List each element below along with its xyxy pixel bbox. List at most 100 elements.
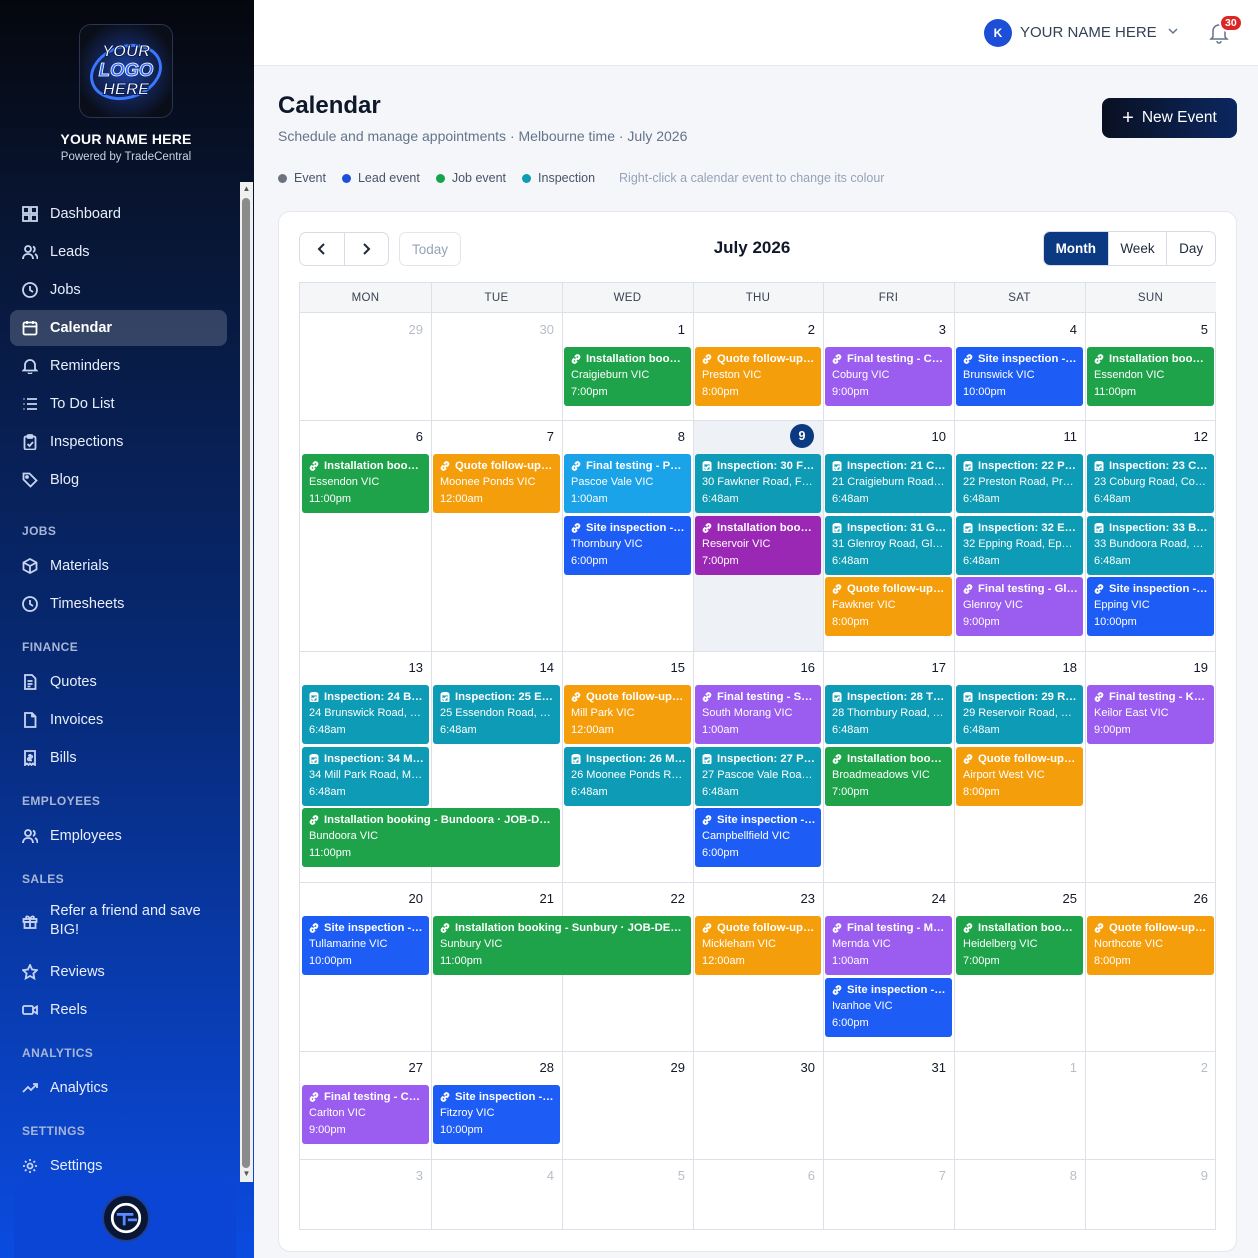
calendar-event[interactable]: Inspection: 31 Glenroy Road 31 Glenroy Ro… (825, 515, 952, 575)
day-number[interactable]: 15 (645, 660, 685, 675)
calendar-event[interactable]: Site inspection - Tullamarine Tullamarine… (302, 916, 429, 975)
calendar-event[interactable]: Installation booking - Craigieburn Craigi… (564, 347, 691, 406)
sidebar-item-leads[interactable]: Leads (10, 234, 227, 270)
day-number[interactable]: 23 (775, 891, 815, 906)
day-number[interactable]: 8 (645, 429, 685, 444)
day-number[interactable]: 2 (1168, 1060, 1208, 1075)
day-number[interactable]: 1 (1037, 1060, 1077, 1075)
day-number[interactable]: 8 (1037, 1168, 1077, 1183)
day-number[interactable]: 19 (1168, 660, 1208, 675)
day-number[interactable]: 7 (514, 429, 554, 444)
day-number[interactable]: 4 (1037, 322, 1077, 337)
day-number[interactable]: 3 (383, 1168, 423, 1183)
user-avatar[interactable]: K (984, 19, 1012, 47)
calendar-event[interactable]: Final testing - Glenroy Glenroy VIC 9:00pm (956, 577, 1083, 636)
calendar-event[interactable]: Inspection: 22 Preston Road 22 Preston Ro… (956, 454, 1083, 513)
day-number[interactable]: 2 (775, 322, 815, 337)
sidebar-item-materials[interactable]: Materials (10, 548, 227, 584)
day-number[interactable]: 28 (514, 1060, 554, 1075)
calendar-event[interactable]: Final testing - Pascoe Vale Pascoe Vale V… (564, 454, 691, 513)
calendar-event[interactable]: Inspection: 23 Coburg Road 23 Coburg Road… (1087, 454, 1214, 513)
day-number[interactable]: 5 (645, 1168, 685, 1183)
brand-logo[interactable]: YOUR LOGO HERE (79, 24, 173, 118)
day-number[interactable]: 6 (383, 429, 423, 444)
day-number[interactable]: 14 (514, 660, 554, 675)
day-number[interactable]: 29 (645, 1060, 685, 1075)
day-number[interactable]: 10 (906, 429, 946, 444)
calendar-event[interactable]: Site inspection - Thornbury Thornbury VIC… (564, 515, 691, 575)
new-event-button[interactable]: + New Event (1102, 98, 1237, 138)
previous-month-button[interactable] (300, 233, 344, 265)
next-month-button[interactable] (343, 233, 389, 265)
sidebar-item-settings[interactable]: Settings (10, 1148, 227, 1182)
calendar-event[interactable]: Final testing - Carlton Carlton VIC 9:00pm (302, 1085, 429, 1144)
calendar-event[interactable]: Site inspection - Fitzroy Fitzroy VIC 10:0… (433, 1085, 560, 1144)
calendar-event[interactable]: Inspection: 26 Moonee Ponds Road 26 Moone… (564, 746, 691, 806)
tradecentral-logo-icon[interactable] (102, 1194, 150, 1242)
calendar-event[interactable]: Installation booking - Heidelberg Heidelb… (956, 916, 1083, 975)
sidebar-item-reminders[interactable]: Reminders (10, 348, 227, 384)
calendar-event[interactable]: Installation booking - Broadmeadows Broad… (825, 746, 952, 806)
calendar-event[interactable]: Inspection: 29 Reservoir Road 29 Reservoi… (956, 685, 1083, 744)
day-number[interactable]: 18 (1037, 660, 1077, 675)
scroll-up-arrow-icon[interactable]: ▲ (242, 184, 251, 194)
calendar-event[interactable]: Installation booking - Sunbury · JOB-DEM… (433, 916, 691, 975)
view-week-button[interactable]: Week (1107, 232, 1167, 265)
day-number[interactable]: 12 (1168, 429, 1208, 444)
calendar-event[interactable]: Final testing - Coburg Coburg VIC 9:00pm (825, 347, 952, 406)
calendar-event[interactable]: Quote follow-up - Airport West Airport We… (956, 746, 1083, 806)
calendar-event[interactable]: Final testing - Mernda Mernda VIC 1:00am (825, 916, 952, 975)
day-number[interactable]: 30 (775, 1060, 815, 1075)
chevron-down-icon[interactable] (1168, 26, 1178, 36)
calendar-event[interactable]: Inspection: 32 Epping Road 32 Epping Road… (956, 515, 1083, 575)
day-number[interactable]: 30 (514, 322, 554, 337)
calendar-event[interactable]: Site inspection - Campbellfield Campbellf… (695, 808, 821, 867)
calendar-event[interactable]: Inspection: 30 Fawkner Road 30 Fawkner Ro… (695, 454, 821, 513)
calendar-event[interactable]: Site inspection - Epping Epping VIC 10:00p… (1087, 577, 1214, 636)
calendar-event[interactable]: Quote follow-up - Northcote Northcote VIC… (1087, 916, 1214, 975)
sidebar-item-reels[interactable]: Reels (10, 992, 227, 1028)
day-number[interactable]: 9 (1168, 1168, 1208, 1183)
day-number[interactable]: 29 (383, 322, 423, 337)
calendar-event[interactable]: Inspection: 24 Brunswick Road 24 Brunswic… (302, 685, 429, 744)
view-day-button[interactable]: Day (1166, 232, 1215, 265)
view-month-button[interactable]: Month (1044, 232, 1108, 265)
calendar-event[interactable]: Inspection: 33 Bundoora Road 33 Bundoora … (1087, 515, 1214, 575)
calendar-event[interactable]: Site inspection - Ivanhoe Ivanhoe VIC 6:00… (825, 977, 952, 1037)
day-number[interactable]: 1 (645, 322, 685, 337)
day-number[interactable]: 26 (1168, 891, 1208, 906)
sidebar-item-dashboard[interactable]: Dashboard (10, 196, 227, 232)
calendar-event[interactable]: Inspection: 25 Essendon Road 25 Essendon … (433, 685, 560, 744)
sidebar-item-refer-a-friend-and-save-big[interactable]: Refer a friend and save BIG! (10, 896, 227, 946)
sidebar-item-to-do-list[interactable]: To Do List (10, 386, 227, 422)
sidebar-item-bills[interactable]: Bills (10, 740, 227, 776)
sidebar-item-timesheets[interactable]: Timesheets (10, 586, 227, 622)
day-number[interactable]: 16 (775, 660, 815, 675)
day-number[interactable]: 31 (906, 1060, 946, 1075)
day-number[interactable]: 13 (383, 660, 423, 675)
calendar-event[interactable]: Quote follow-up - Preston Preston VIC 8:00… (695, 347, 821, 406)
day-number[interactable]: 5 (1168, 322, 1208, 337)
calendar-event[interactable]: Inspection: 27 Pascoe Vale Road 27 Pascoe… (695, 746, 821, 806)
today-button[interactable]: Today (399, 232, 461, 266)
day-number[interactable]: 25 (1037, 891, 1077, 906)
day-number[interactable]: 20 (383, 891, 423, 906)
day-number[interactable]: 17 (906, 660, 946, 675)
day-number[interactable]: 4 (514, 1168, 554, 1183)
day-number[interactable]: 7 (906, 1168, 946, 1183)
day-number[interactable]: 24 (906, 891, 946, 906)
sidebar-item-reviews[interactable]: Reviews (10, 954, 227, 990)
sidebar-scrollbar[interactable]: ▲ ▼ (240, 182, 253, 1182)
sidebar-item-blog[interactable]: Blog (10, 462, 227, 498)
sidebar-item-quotes[interactable]: Quotes (10, 664, 227, 700)
day-number[interactable]: 6 (775, 1168, 815, 1183)
day-number[interactable]: 22 (645, 891, 685, 906)
calendar-event[interactable]: Quote follow-up - Moonee Ponds Moonee Pon… (433, 454, 560, 513)
calendar-event[interactable]: Inspection: 34 Mill Park Road 34 Mill Par… (302, 746, 429, 806)
calendar-event[interactable]: Installation booking - Essendon Essendon … (1087, 347, 1214, 406)
calendar-event[interactable]: Installation booking - Bundoora · JOB-DE… (302, 808, 560, 867)
calendar-event[interactable]: Site inspection - Brunswick Brunswick VIC… (956, 347, 1083, 406)
today-day-number[interactable]: 9 (790, 424, 814, 448)
scrollbar-thumb[interactable] (242, 198, 250, 1168)
sidebar-item-jobs[interactable]: Jobs (10, 272, 227, 308)
